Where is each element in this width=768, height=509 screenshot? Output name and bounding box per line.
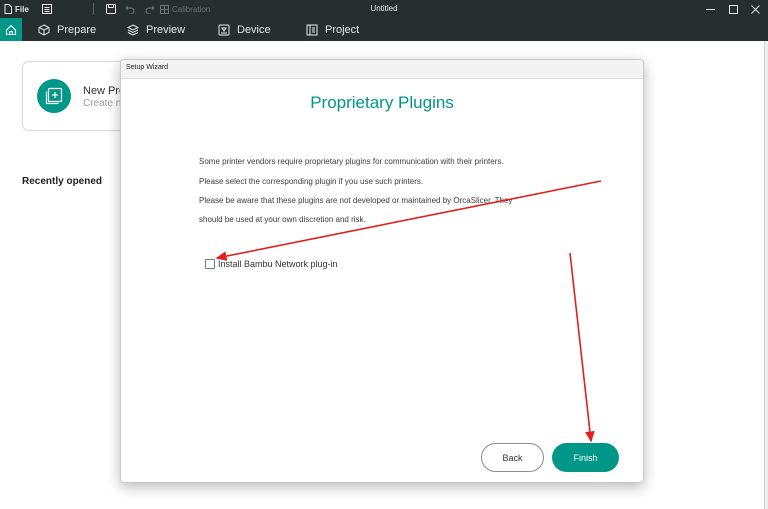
bambu-plugin-checkbox[interactable] [205, 259, 215, 269]
info-line-2: Please select the corresponding plugin i… [199, 177, 424, 186]
maximize-icon [729, 4, 738, 14]
setup-wizard-dialog: Setup Wizard Proprietary Plugins Some pr… [120, 59, 644, 483]
tab-preview-label: Preview [146, 23, 186, 36]
tab-project[interactable]: Project [306, 18, 359, 41]
main-tab-bar: Prepare Preview Device Project [0, 18, 768, 41]
tab-home[interactable] [0, 18, 22, 41]
close-icon [751, 4, 760, 14]
back-button[interactable]: Back [481, 443, 544, 472]
home-icon [5, 24, 17, 35]
new-project-subtitle: Create n [83, 98, 122, 109]
project-icon [306, 24, 318, 35]
info-line-4: should be used at your own discretion an… [199, 215, 366, 224]
info-line-1: Some printer vendors require proprietary… [199, 157, 504, 166]
tab-preview[interactable]: Preview [127, 18, 185, 41]
bambu-plugin-checkbox-label[interactable]: Install Bambu Network plug-in [218, 259, 338, 269]
finish-button[interactable]: Finish [552, 443, 619, 472]
info-line-3: Please be aware that these plugins are n… [199, 196, 513, 205]
tab-prepare[interactable]: Prepare [38, 18, 96, 41]
dialog-title-bar: Setup Wizard [121, 60, 643, 79]
new-project-icon [45, 87, 63, 105]
maximize-button[interactable] [729, 0, 738, 18]
device-icon [218, 24, 230, 35]
recently-opened-heading: Recently opened [22, 176, 103, 187]
tab-device[interactable]: Device [218, 18, 271, 41]
prepare-icon [38, 23, 50, 36]
tab-device-label: Device [237, 23, 271, 36]
title-bar: File Calibration Untitled [0, 0, 768, 18]
new-project-icon-circle [37, 79, 71, 113]
tab-project-label: Project [325, 23, 360, 36]
window-title: Untitled [370, 4, 398, 13]
preview-icon [127, 23, 139, 36]
new-project-title: New Pro [83, 85, 126, 97]
minimize-icon [706, 8, 715, 10]
page-heading: Proprietary Plugins [310, 93, 454, 112]
minimize-button[interactable] [706, 0, 715, 18]
tab-prepare-label: Prepare [57, 23, 97, 36]
close-button[interactable] [751, 0, 760, 18]
right-panel-edge [764, 41, 768, 509]
dialog-title: Setup Wizard [126, 64, 169, 71]
